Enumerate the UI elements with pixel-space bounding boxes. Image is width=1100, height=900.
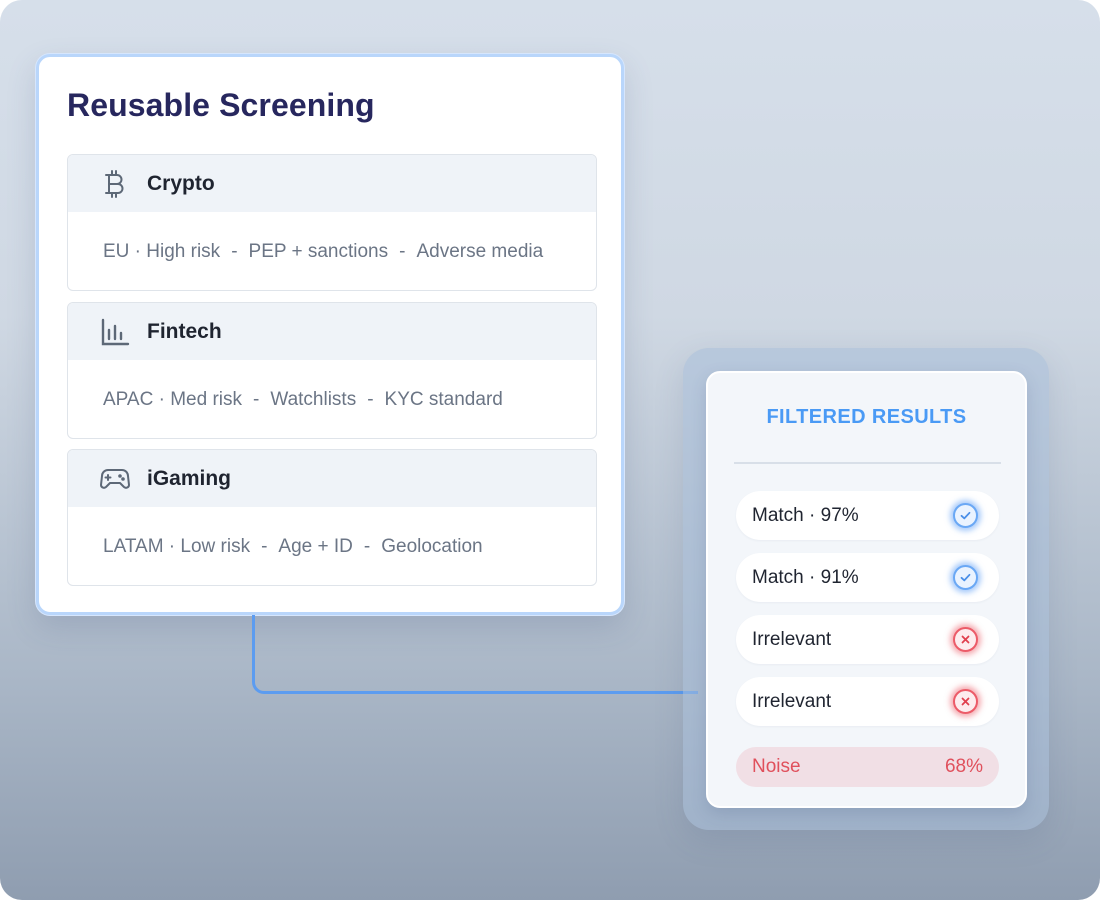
tag-separator: - — [367, 388, 374, 410]
gamepad-icon — [100, 464, 130, 494]
tag: LATAM · Low risk — [103, 535, 251, 557]
results-card: FILTERED RESULTS Match · 97% Match · 91%… — [706, 371, 1027, 808]
cross-icon — [953, 689, 978, 714]
segment-name: iGaming — [147, 466, 232, 490]
results-title: FILTERED RESULTS — [766, 406, 967, 428]
connector-line — [252, 615, 698, 694]
tag-separator: - — [261, 535, 268, 557]
segment-name: Fintech — [147, 319, 222, 343]
screening-card: Reusable Screening Crypto EU · High risk — [36, 54, 624, 615]
segment-fintech[interactable]: Fintech APAC · Med risk - Watchlists - K… — [67, 302, 597, 439]
result-label: Irrelevant — [752, 628, 832, 650]
segment-igaming[interactable]: iGaming LATAM · Low risk - Age + ID - Ge… — [67, 449, 597, 586]
tag-separator: - — [399, 240, 406, 262]
segment-tags: APAC · Med risk - Watchlists - KYC stand… — [68, 360, 596, 438]
noise-value: 68% — [944, 756, 983, 777]
bitcoin-icon — [100, 169, 130, 199]
canvas: Reusable Screening Crypto EU · High risk — [0, 0, 1100, 900]
cross-icon — [953, 627, 978, 652]
tag: KYC standard — [384, 388, 503, 410]
noise-label: Noise — [752, 756, 801, 777]
tag-separator: - — [363, 535, 371, 557]
segment-header: Crypto — [68, 155, 596, 212]
result-row[interactable]: Irrelevant — [736, 615, 999, 664]
result-label: Match · 97% — [752, 504, 859, 526]
tag: Geolocation — [381, 535, 483, 557]
segment-tags: EU · High risk - PEP + sanctions - Adver… — [68, 212, 596, 290]
tag: EU · High risk — [103, 240, 221, 262]
tag: Adverse media — [416, 240, 544, 262]
results-divider — [734, 462, 1001, 464]
bar-chart-icon — [100, 317, 130, 347]
tag: PEP + sanctions — [248, 240, 389, 262]
segment-crypto[interactable]: Crypto EU · High risk - PEP + sanctions … — [67, 154, 597, 291]
segment-header: Fintech — [68, 303, 596, 360]
tag: APAC · Med risk — [103, 388, 243, 410]
result-row[interactable]: Match · 91% — [736, 553, 999, 602]
tag-separator: - — [253, 388, 260, 410]
segment-name: Crypto — [147, 171, 215, 195]
tag-separator: - — [231, 240, 238, 262]
segment-header: iGaming — [68, 450, 596, 507]
result-label: Irrelevant — [752, 690, 832, 712]
check-icon — [953, 503, 978, 528]
check-icon — [953, 565, 978, 590]
tag: Age + ID — [278, 535, 353, 557]
noise-row: Noise 68% — [736, 747, 999, 787]
result-row[interactable]: Match · 97% — [736, 491, 999, 540]
screening-title: Reusable Screening — [67, 87, 375, 123]
result-row[interactable]: Irrelevant — [736, 677, 999, 726]
tag: Watchlists — [270, 388, 357, 410]
result-label: Match · 91% — [752, 566, 859, 588]
segment-tags: LATAM · Low risk - Age + ID - Geolocatio… — [68, 507, 596, 585]
